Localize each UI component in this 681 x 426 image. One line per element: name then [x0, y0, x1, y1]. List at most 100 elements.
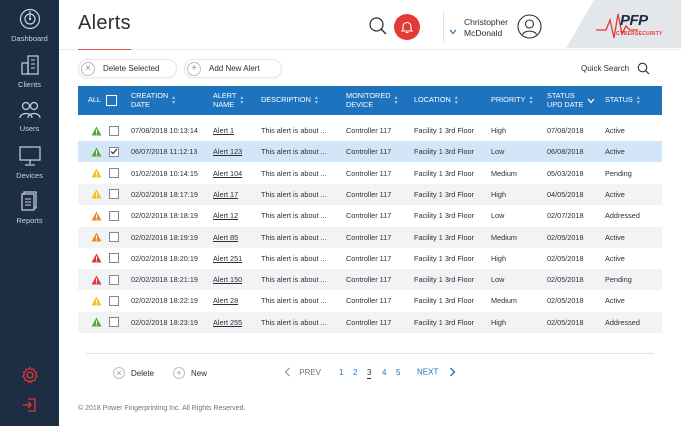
settings-button[interactable] [0, 366, 59, 389]
cell-alert-name[interactable]: Alert 28 [213, 290, 238, 311]
table-bottom-divider [86, 353, 654, 354]
cell-description: This alert is about ... [261, 253, 327, 263]
table-row[interactable]: 02/02/2018 18:23:19 Alert 255 This alert i… [78, 311, 662, 333]
table-row[interactable]: 02/02/2018 18:17:19 Alert 17 This alert is… [78, 183, 662, 205]
col-creation-date[interactable]: CREATION DATE ▴ ▾ [131, 86, 175, 115]
header-separator [443, 12, 444, 42]
sort-icon: ▴ ▾ [172, 94, 176, 106]
cell-status-upd-date: 02/05/2018 [547, 253, 584, 263]
row-checkbox[interactable] [109, 253, 119, 264]
table-row[interactable]: 02/02/2018 18:19:19 Alert 85 This alert is… [78, 226, 662, 248]
row-checkbox[interactable] [109, 125, 119, 136]
row-checkbox[interactable] [109, 189, 119, 200]
radar-icon [19, 8, 40, 30]
logout-button[interactable] [0, 396, 59, 419]
cell-alert-name[interactable]: Alert 85 [213, 227, 238, 248]
cell-creation-date: 01/02/2018 10:14:15 [131, 168, 198, 178]
plus-circle-icon: + [187, 61, 201, 76]
cell-alert-name[interactable]: Alert 150 [213, 269, 242, 290]
cell-alert-name[interactable]: Alert 251 [213, 248, 242, 269]
sort-icon: ▴ ▾ [636, 94, 640, 106]
table-row[interactable]: 07/08/2018 10:13:14 Alert 1 This alert is … [78, 120, 662, 141]
cell-alert-name[interactable]: Alert 1 [213, 120, 234, 141]
quick-search-button[interactable] [637, 62, 650, 80]
report-icon [20, 191, 37, 211]
gear-icon [21, 366, 38, 384]
select-all-header[interactable]: ALL [88, 86, 117, 115]
col-alert-name-line2: NAME [213, 99, 235, 109]
col-status-upd-date[interactable]: STATUS UPD DATE [547, 86, 595, 115]
col-monitored-device[interactable]: MONITORED DEVICE ▴ ▾ [346, 86, 397, 115]
table-row[interactable]: 02/02/2018 18:22:19 Alert 28 This alert is… [78, 290, 662, 311]
quick-search-label[interactable]: Quick Search [581, 64, 629, 73]
severity-red-icon [91, 248, 102, 269]
cell-creation-date: 02/02/2018 18:23:19 [131, 317, 198, 327]
table-row[interactable]: 06/07/2018 11:12:13 Alert 123 This alert i… [78, 141, 662, 163]
col-description[interactable]: DESCRIPTION ▴ ▾ [261, 86, 318, 115]
avatar[interactable] [517, 14, 542, 39]
row-checkbox[interactable] [109, 210, 119, 221]
sidebar: Dashboard Clients Users Devices Reports [0, 0, 59, 426]
sidebar-item-dashboard[interactable]: Dashboard [0, 8, 59, 43]
row-checkbox[interactable] [109, 146, 119, 157]
page-5[interactable]: 5 [396, 368, 400, 377]
col-status-upd-line2: UPD DATE [547, 99, 584, 109]
cell-alert-name[interactable]: Alert 255 [213, 312, 242, 333]
col-alert-name[interactable]: ALERT NAME ▴ ▾ [213, 86, 243, 115]
page-3-current[interactable]: 3 [367, 368, 372, 379]
user-avatar-icon [517, 14, 542, 39]
delete-selected-button[interactable]: × Delete Selected [78, 59, 177, 78]
cell-monitored-device: Controller 117 [346, 296, 392, 306]
table-row[interactable]: 02/02/2018 18:18:19 Alert 12 This alert is… [78, 205, 662, 226]
table-row[interactable]: 01/02/2018 10:14:15 Alert 104 This alert i… [78, 163, 662, 184]
sort-icon: ▴ ▾ [314, 94, 318, 106]
user-name[interactable]: Christopher McDonald [464, 17, 524, 39]
cell-monitored-device: Controller 117 [346, 317, 392, 327]
severity-red-icon [91, 269, 102, 290]
search-icon [637, 62, 650, 75]
cell-status: Active [605, 126, 625, 135]
cell-status: Active [605, 253, 625, 263]
select-all-checkbox[interactable] [105, 95, 117, 106]
row-checkbox[interactable] [109, 295, 119, 306]
cell-creation-date: 02/02/2018 18:19:19 [131, 232, 198, 242]
cell-alert-name[interactable]: Alert 104 [213, 163, 242, 184]
cell-location: Facility 1 3rd Floor [414, 317, 475, 327]
delete-button[interactable]: × Delete [113, 367, 154, 379]
cell-priority: High [491, 253, 507, 263]
next-label: NEXT [417, 367, 439, 377]
cell-location: Facility 1 3rd Floor [414, 275, 475, 285]
next-page-button[interactable]: NEXT [417, 367, 456, 377]
col-status[interactable]: STATUS ▴ ▾ [605, 86, 640, 115]
notifications-button[interactable] [394, 14, 420, 40]
search-button[interactable] [368, 16, 388, 36]
sidebar-item-reports[interactable]: Reports [0, 190, 59, 225]
col-location[interactable]: LOCATION ▴ ▾ [414, 86, 458, 115]
new-button[interactable]: + New [173, 367, 207, 379]
row-checkbox[interactable] [109, 168, 119, 179]
user-menu-toggle[interactable] [449, 22, 457, 40]
table-row[interactable]: 02/02/2018 18:21:19 Alert 150 This alert i… [78, 269, 662, 291]
user-first-name: Christopher [464, 17, 508, 27]
sidebar-item-clients[interactable]: Clients [0, 54, 59, 89]
col-priority[interactable]: PRIORITY ▴ ▾ [491, 86, 532, 115]
cell-creation-date: 07/08/2018 10:13:14 [131, 126, 198, 135]
page-4[interactable]: 4 [382, 368, 386, 377]
copyright: © 2018 Power Fingerprinting Inc. All Rig… [78, 405, 246, 412]
sidebar-item-devices[interactable]: Devices [0, 145, 59, 180]
row-checkbox[interactable] [109, 317, 119, 328]
sidebar-item-users[interactable]: Users [0, 100, 59, 133]
page-1[interactable]: 1 [339, 368, 343, 377]
page-2[interactable]: 2 [353, 368, 357, 377]
row-checkbox[interactable] [109, 274, 119, 285]
prev-page-button[interactable]: PREV [284, 367, 321, 377]
cell-status-upd-date: 02/05/2018 [547, 232, 584, 242]
table-row[interactable]: 02/02/2018 18:20:19 Alert 251 This alert i… [78, 248, 662, 269]
cell-alert-name[interactable]: Alert 123 [213, 141, 242, 162]
cell-alert-name[interactable]: Alert 12 [213, 205, 238, 226]
chevron-down-icon [587, 98, 595, 103]
row-checkbox[interactable] [109, 232, 119, 242]
severity-orange-icon [91, 227, 102, 248]
cell-alert-name[interactable]: Alert 17 [213, 184, 238, 205]
add-new-alert-button[interactable]: + Add New Alert [184, 59, 282, 78]
